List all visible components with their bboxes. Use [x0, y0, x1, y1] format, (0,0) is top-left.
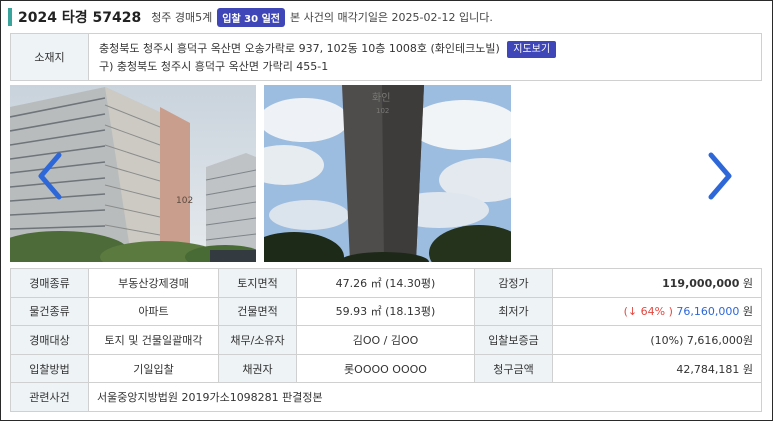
appraisal-unit: 원 [742, 276, 753, 290]
table-row: 관련사건 서울중앙지방법원 2019가소1098281 판결정본 [10, 382, 762, 412]
label-bid-deposit: 입찰보증금 [474, 325, 553, 355]
value-bid-deposit: (10%) 7,616,000원 [552, 325, 762, 355]
table-row: 물건종류 아파트 건물면적 59.93 ㎡ (18.13평) 최저가 (↓ 64… [10, 296, 762, 327]
building-name-label: 화인 [372, 92, 390, 104]
label-item-type: 물건종류 [10, 296, 89, 327]
label-building-area: 건물면적 [218, 296, 297, 327]
building-number-label: 102 [176, 196, 193, 206]
label-creditor: 채권자 [218, 353, 297, 384]
case-header: 2024 타경 57428 청주 경매5계 입찰 30 일전 본 사건의 매각기… [8, 6, 493, 28]
case-info-table: 경매종류 부동산강제경매 토지면적 47.26 ㎡ (14.30평) 감정가 1… [10, 268, 762, 412]
value-building-area: 59.93 ㎡ (18.13평) [296, 296, 475, 327]
discount-percent: (↓ 64% ) [623, 305, 673, 319]
location-body: 충청북도 청주시 흥덕구 옥산면 오송가락로 937, 102동 10층 100… [89, 34, 566, 80]
location-box: 소재지 충청북도 청주시 흥덕구 옥산면 오송가락로 937, 102동 10층… [10, 33, 762, 81]
sale-date-notice: 본 사건의 매각기일은 2025-02-12 입니다. [289, 11, 493, 24]
label-auction-type: 경매종류 [10, 268, 89, 298]
value-creditor: 롯OOOO OOOO [296, 353, 475, 384]
header-accent-bar [8, 8, 12, 26]
value-minimum-price: (↓ 64% ) 76,160,000 원 [552, 296, 762, 327]
tower-photo-image: 화인 102 [264, 85, 511, 262]
minimum-price-amount: 76,160,000 [676, 305, 740, 319]
map-view-button[interactable]: 지도보기 [507, 41, 557, 58]
label-related-case: 관련사건 [10, 382, 89, 412]
table-row: 경매종류 부동산강제경매 토지면적 47.26 ㎡ (14.30평) 감정가 1… [10, 268, 762, 298]
claim-amount: 42,784,181 [676, 362, 740, 376]
next-photo-arrow-icon[interactable] [705, 151, 735, 201]
value-auction-type: 부동산강제경매 [88, 268, 219, 298]
value-debtor-owner: 김OO / 김OO [296, 325, 475, 355]
court-name: 청주 경매5계 [151, 11, 213, 24]
value-item-type: 아파트 [88, 296, 219, 327]
value-land-area: 47.26 ㎡ (14.30평) [296, 268, 475, 298]
case-number: 2024 타경 57428 [18, 10, 142, 26]
label-appraisal: 감정가 [474, 268, 553, 298]
bid-dday-badge: 입찰 30 일전 [217, 7, 285, 27]
location-label: 소재지 [11, 34, 89, 80]
road-address: 충청북도 청주시 흥덕구 옥산면 오송가락로 937, 102동 10층 100… [99, 42, 500, 55]
table-row: 경매대상 토지 및 건물일괄매각 채무/소유자 김OO / 김OO 입찰보증금 … [10, 325, 762, 355]
prev-photo-arrow-icon[interactable] [35, 151, 65, 201]
label-debtor-owner: 채무/소유자 [218, 325, 297, 355]
label-minimum-price: 최저가 [474, 296, 553, 327]
label-claim-amount: 청구금액 [474, 353, 553, 384]
value-claim-amount: 42,784,181 원 [552, 353, 762, 384]
label-bid-method: 입찰방법 [10, 353, 89, 384]
value-bid-method: 기일입찰 [88, 353, 219, 384]
minimum-price-unit: 원 [742, 305, 753, 319]
claim-unit: 원 [742, 362, 753, 376]
value-auction-target: 토지 및 건물일괄매각 [88, 325, 219, 355]
building-number-label-2: 102 [376, 107, 389, 115]
old-address: 구) 충청북도 청주시 흥덕구 옥산면 가락리 455-1 [99, 60, 329, 73]
photo-gallery: 102 화인 102 [10, 85, 762, 265]
label-auction-target: 경매대상 [10, 325, 89, 355]
value-related-case: 서울중앙지방법원 2019가소1098281 판결정본 [88, 382, 762, 412]
building-photo-2[interactable]: 화인 102 [264, 85, 511, 262]
address-line: 충청북도 청주시 흥덕구 옥산면 오송가락로 937, 102동 10층 100… [99, 40, 557, 58]
value-appraisal: 119,000,000 원 [552, 268, 762, 298]
label-land-area: 토지면적 [218, 268, 297, 298]
appraisal-amount: 119,000,000 [662, 276, 740, 290]
table-row: 입찰방법 기일입찰 채권자 롯OOOO OOOO 청구금액 42,784,181… [10, 353, 762, 384]
